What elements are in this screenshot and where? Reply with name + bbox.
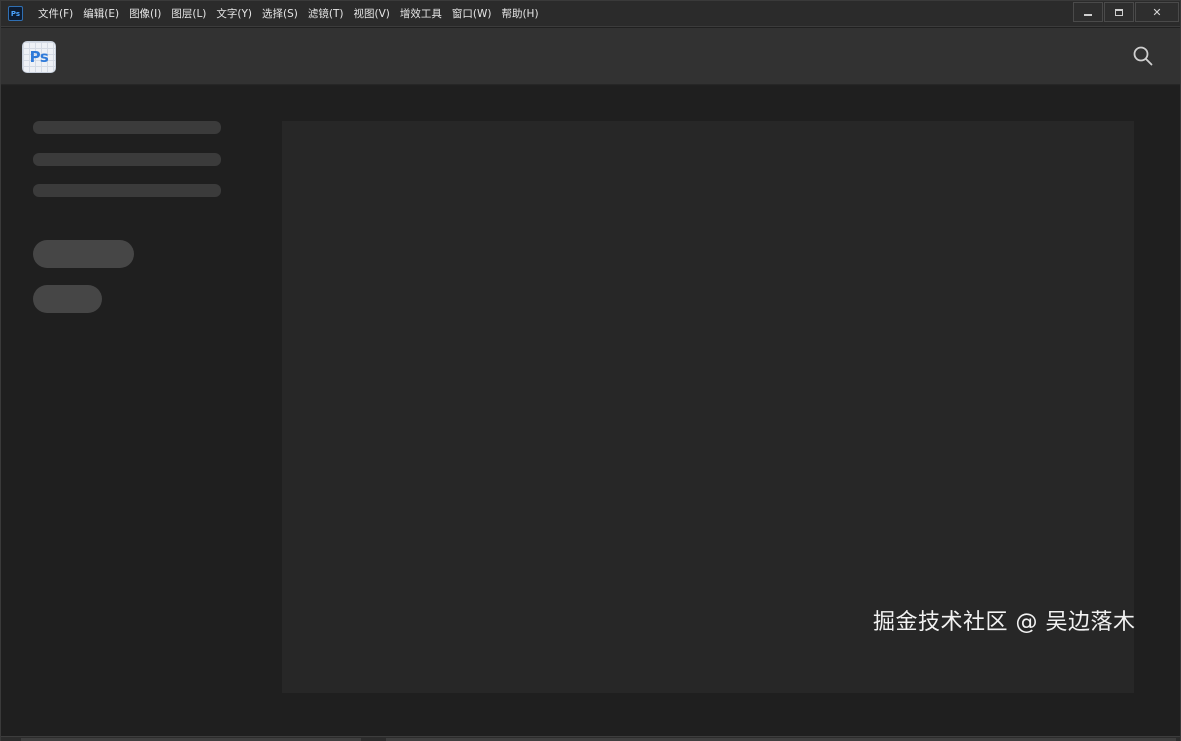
- menu-select[interactable]: 选择(S): [257, 1, 303, 27]
- menu-window[interactable]: 窗口(W): [447, 1, 497, 27]
- skeleton-nav-line: [33, 184, 221, 197]
- menu-filter[interactable]: 滤镜(T): [303, 1, 349, 27]
- menu-file[interactable]: 文件(F): [33, 1, 78, 27]
- menu-bar: Ps 文件(F) 编辑(E) 图像(I) 图层(L) 文字(Y) 选择(S) 滤…: [1, 1, 1180, 27]
- menu-layer[interactable]: 图层(L): [166, 1, 211, 27]
- minimize-button[interactable]: [1073, 2, 1103, 22]
- maximize-icon: [1115, 8, 1123, 16]
- home-content: [1, 86, 1180, 736]
- menu-help[interactable]: 帮助(H): [496, 1, 543, 27]
- search-icon: [1133, 46, 1153, 66]
- window-controls: ✕: [1073, 1, 1180, 23]
- menu-edit[interactable]: 编辑(E): [78, 1, 124, 27]
- skeleton-nav-line: [33, 153, 221, 166]
- menu-items: 文件(F) 编辑(E) 图像(I) 图层(L) 文字(Y) 选择(S) 滤镜(T…: [33, 1, 544, 27]
- search-button[interactable]: [1131, 44, 1155, 68]
- skeleton-button: [33, 285, 102, 313]
- minimize-icon: [1084, 13, 1092, 16]
- close-icon: ✕: [1152, 5, 1162, 19]
- skeleton-button: [33, 240, 134, 268]
- photoshop-logo[interactable]: Ps: [22, 41, 56, 73]
- menu-image[interactable]: 图像(I): [124, 1, 166, 27]
- photoshop-app-icon[interactable]: Ps: [8, 6, 23, 21]
- home-header: Ps: [1, 28, 1180, 85]
- skeleton-nav-line: [33, 121, 221, 134]
- close-button[interactable]: ✕: [1135, 2, 1179, 22]
- menu-type[interactable]: 文字(Y): [211, 1, 257, 27]
- photoshop-window: Ps 文件(F) 编辑(E) 图像(I) 图层(L) 文字(Y) 选择(S) 滤…: [0, 0, 1181, 741]
- status-bar: [1, 736, 1180, 741]
- logo-text: Ps: [29, 48, 49, 66]
- menu-view[interactable]: 视图(V): [348, 1, 394, 27]
- watermark-text: 掘金技术社区 @ 吴边落木: [873, 610, 1136, 635]
- maximize-button[interactable]: [1104, 2, 1134, 22]
- menu-plugins[interactable]: 增效工具: [395, 1, 447, 27]
